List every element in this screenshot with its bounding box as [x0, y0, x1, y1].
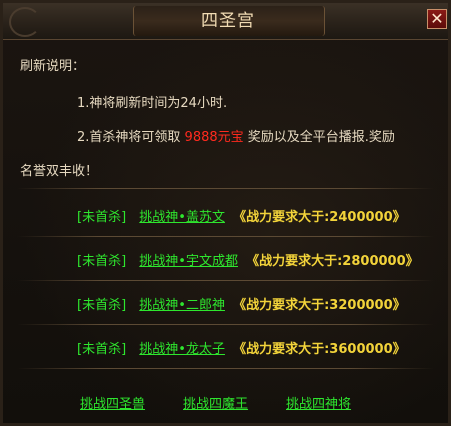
description-line-2-suffix: 奖励以及全平台播报.奖励 — [247, 130, 395, 145]
challenge-link-yuwenchengdu[interactable]: 挑战神•宇文成都 — [139, 254, 238, 269]
challenge-row: [未首杀] 挑战神•宇文成都 《战力要求大于:2800000》 — [77, 250, 419, 269]
description-line-3: 名誉双丰收！ — [20, 164, 99, 179]
challenge-link-erlangshen[interactable]: 挑战神•二郎神 — [139, 298, 225, 313]
power-requirement: 《战力要求大于:2400000》 — [233, 210, 406, 225]
reward-amount: 9888元宝 — [184, 130, 244, 145]
first-kill-status: [未首杀] — [77, 254, 127, 269]
four-saints-palace-window: 四圣宫 ✕ 刷新说明： 1.神将刷新时间为24小时. 2.首杀神将可领取 988… — [0, 0, 451, 426]
challenge-four-beasts-link[interactable]: 挑战四圣兽 — [80, 393, 145, 412]
first-kill-status: [未首杀] — [77, 342, 127, 357]
power-requirement: 《战力要求大于:2800000》 — [246, 254, 419, 269]
title-bar: 四圣宫 ✕ — [3, 3, 448, 40]
description-line-1: 1.神将刷新时间为24小时. — [77, 96, 228, 111]
divider — [17, 324, 434, 325]
challenge-link-longtaizi[interactable]: 挑战神•龙太子 — [139, 342, 225, 357]
challenge-link-gaisuwen[interactable]: 挑战神•盖苏文 — [139, 210, 225, 225]
close-button[interactable]: ✕ — [427, 9, 447, 29]
description-heading: 刷新说明： — [20, 59, 86, 74]
challenge-row: [未首杀] 挑战神•二郎神 《战力要求大于:3200000》 — [77, 294, 406, 313]
power-requirement: 《战力要求大于:3200000》 — [233, 298, 406, 313]
challenge-row: [未首杀] 挑战神•盖苏文 《战力要求大于:2400000》 — [77, 206, 406, 225]
description-line-2-prefix: 2.首杀神将可领取 — [77, 130, 181, 145]
power-requirement: 《战力要求大于:3600000》 — [233, 342, 406, 357]
window-title: 四圣宫 — [201, 11, 255, 31]
first-kill-status: [未首杀] — [77, 210, 127, 225]
divider — [17, 236, 434, 237]
challenge-row: [未首杀] 挑战神•龙太子 《战力要求大于:3600000》 — [77, 338, 406, 357]
first-kill-status: [未首杀] — [77, 298, 127, 313]
divider — [17, 188, 434, 189]
challenge-four-demons-link[interactable]: 挑战四魔王 — [183, 393, 248, 412]
dragon-ornament-icon — [9, 7, 41, 37]
divider — [17, 280, 434, 281]
challenge-four-generals-link[interactable]: 挑战四神将 — [286, 393, 351, 412]
divider — [17, 368, 434, 369]
close-icon: ✕ — [430, 9, 444, 28]
description-line-2: 2.首杀神将可领取 9888元宝 奖励以及全平台播报.奖励 — [77, 126, 395, 145]
